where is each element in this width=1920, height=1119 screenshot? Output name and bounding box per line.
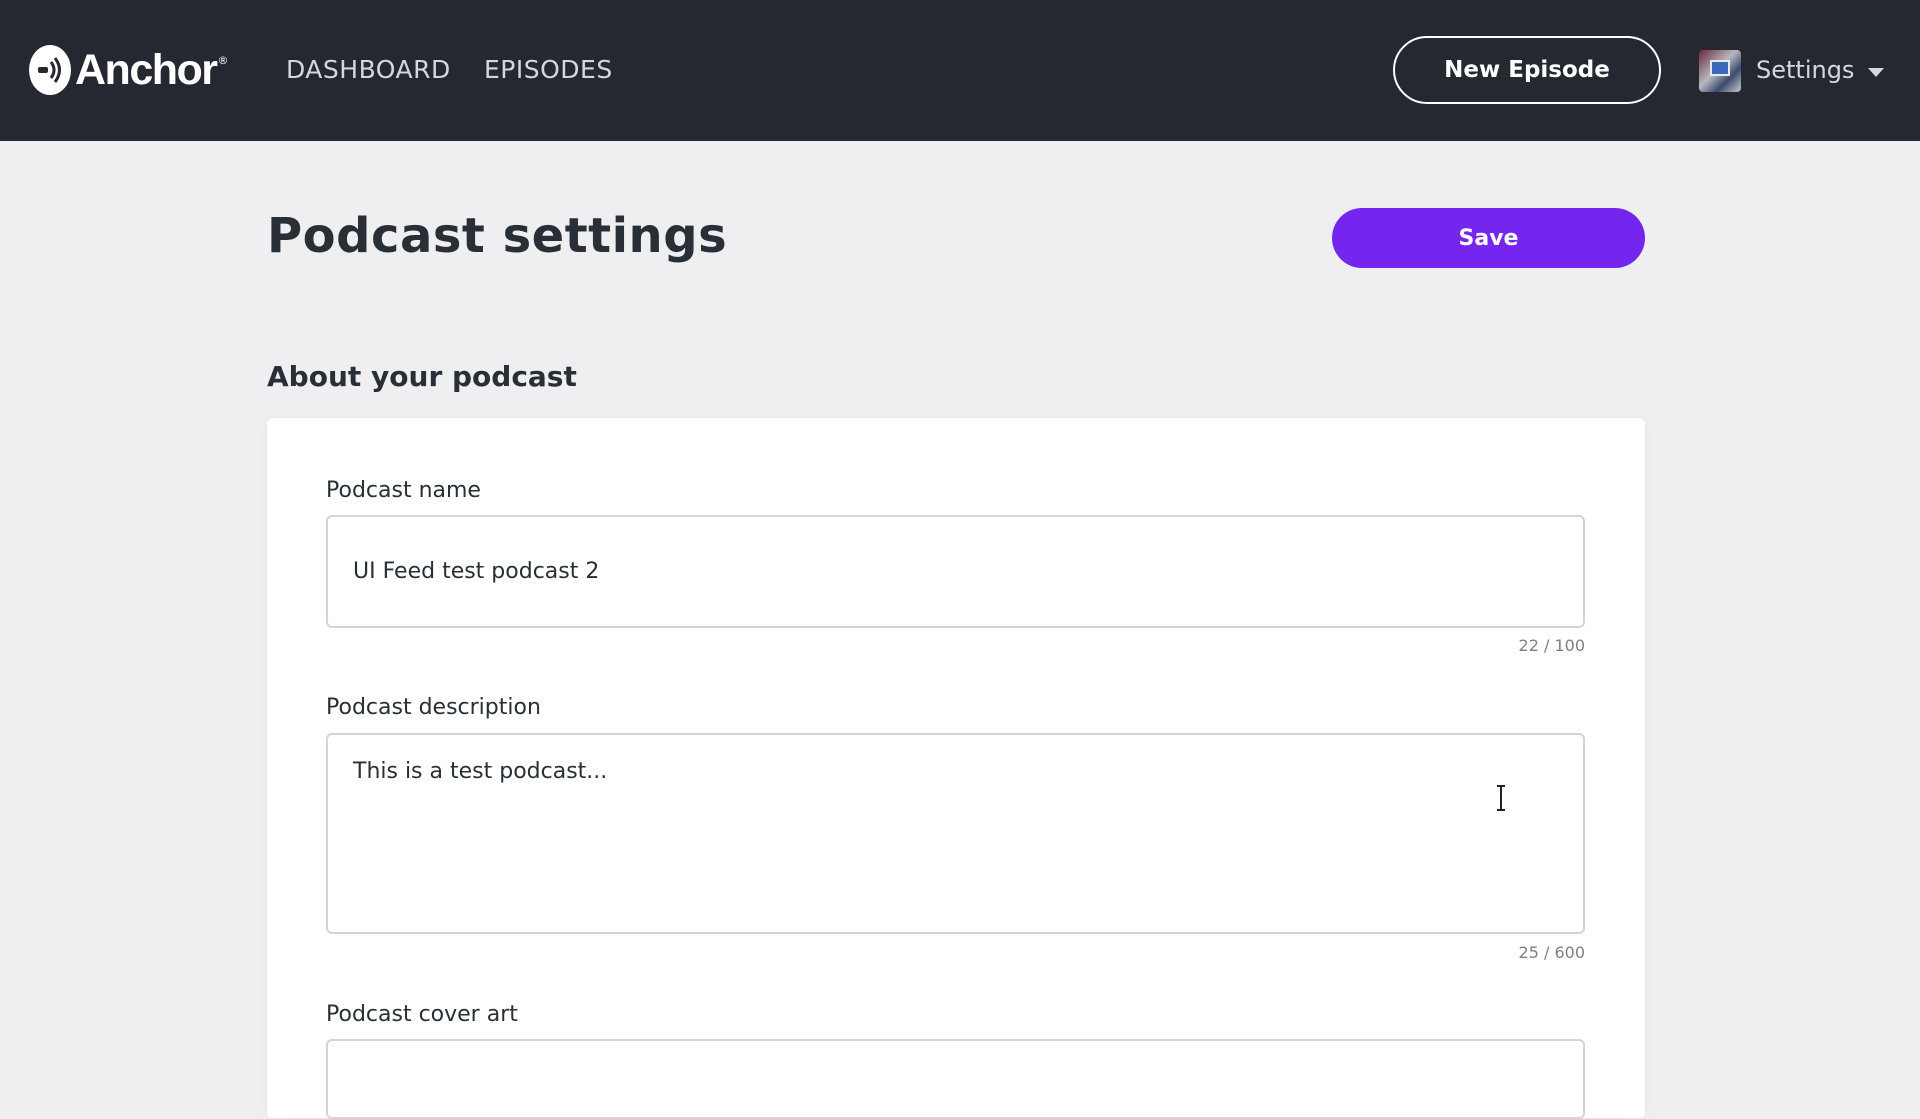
podcast-cover-art-label: Podcast cover art: [326, 1002, 518, 1027]
chevron-down-icon: [1868, 67, 1885, 77]
podcast-name-label: Podcast name: [326, 478, 481, 503]
anchor-logo[interactable]: Anchor ®: [29, 44, 229, 96]
settings-label: Settings: [1756, 56, 1855, 84]
podcast-description-input[interactable]: This is a test podcast...: [326, 733, 1585, 934]
registered-mark: ®: [217, 54, 229, 67]
text-cursor-icon: [1497, 785, 1505, 811]
settings-dropdown[interactable]: Settings: [1756, 54, 1885, 86]
section-title: About your podcast: [267, 360, 577, 393]
avatar[interactable]: [1699, 50, 1741, 92]
new-episode-button[interactable]: New Episode: [1393, 36, 1661, 104]
anchor-logo-icon: [29, 45, 71, 95]
page-title: Podcast settings: [267, 208, 728, 264]
podcast-name-counter: 22 / 100: [1518, 636, 1585, 655]
top-navigation-bar: Anchor ® DASHBOARD EPISODES New Episode …: [0, 0, 1920, 141]
podcast-description-counter: 25 / 600: [1518, 943, 1585, 962]
podcast-name-input[interactable]: [326, 515, 1585, 628]
podcast-cover-art-dropzone[interactable]: [326, 1039, 1585, 1119]
avatar-image: [1710, 60, 1730, 76]
logo-wordmark: Anchor: [75, 45, 218, 94]
nav-episodes[interactable]: EPISODES: [484, 54, 613, 86]
save-button[interactable]: Save: [1332, 208, 1645, 268]
nav-dashboard[interactable]: DASHBOARD: [286, 54, 451, 86]
podcast-description-label: Podcast description: [326, 695, 541, 720]
